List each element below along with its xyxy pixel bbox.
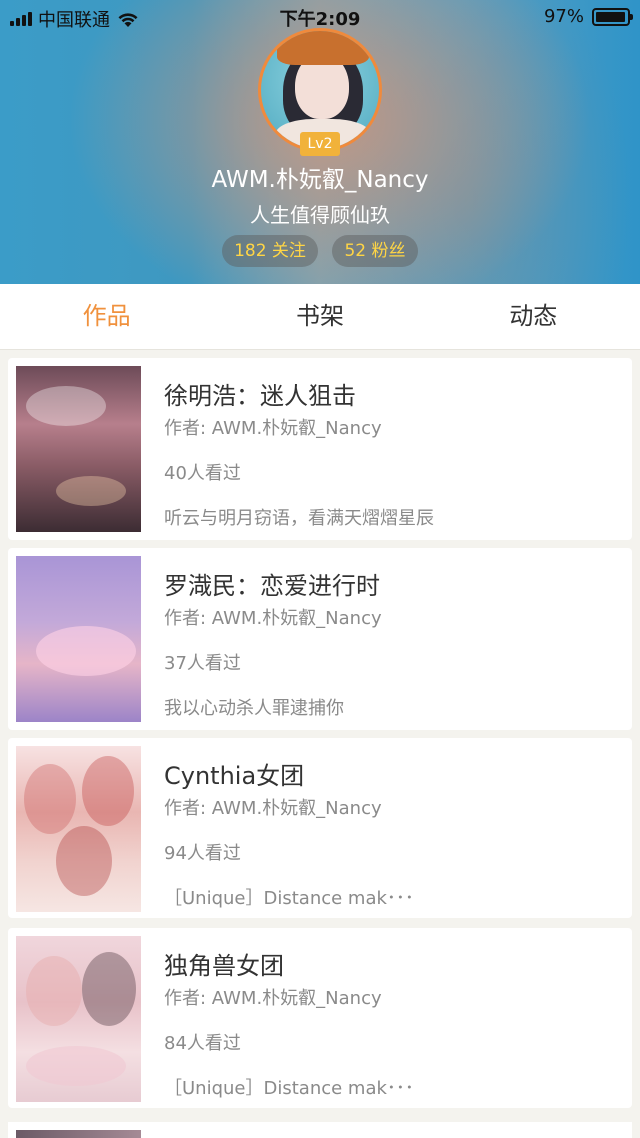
work-cover (16, 746, 141, 912)
work-card[interactable]: 徐明浩：迷人狙击 作者: AWM.朴妧叡_Nancy 40人看过 听云与明月窃语… (8, 358, 632, 540)
cover-figure (26, 956, 82, 1026)
cover-cloud (26, 1046, 126, 1086)
cover-figure (82, 952, 136, 1026)
battery-fill (596, 11, 626, 22)
work-author: 作者: AWM.朴妧叡_Nancy (164, 418, 382, 439)
work-cover (16, 936, 141, 1102)
battery-icon (592, 7, 633, 26)
work-description: 听云与明月窃语，看满天熠熠星辰 (164, 508, 434, 529)
work-description: ［Unique］Distance mak･･･ (164, 1078, 414, 1099)
following-count-button[interactable]: 182 关注 (222, 235, 318, 267)
level-badge: Lv2 (300, 132, 340, 156)
work-card[interactable]: 独角兽女团 作者: AWM.朴妧叡_Nancy 84人看过 ［Unique］Di… (8, 928, 632, 1108)
work-views: 37人看过 (164, 653, 241, 674)
work-author: 作者: AWM.朴妧叡_Nancy (164, 608, 382, 629)
work-description: 我以心动杀人罪逮捕你 (164, 698, 344, 719)
battery-percent: 97% (543, 6, 584, 27)
work-card-partial[interactable] (8, 1122, 632, 1138)
tab-activity[interactable]: 动态 (427, 284, 640, 349)
work-views: 84人看过 (164, 1033, 241, 1054)
user-bio: 人生值得顾仙玖 (250, 203, 390, 227)
work-title: 徐明浩：迷人狙击 (164, 382, 356, 410)
cover-cloud (26, 386, 106, 426)
profile-tabs: 作品 书架 动态 (0, 284, 640, 350)
work-views: 94人看过 (164, 843, 241, 864)
cover-figure (82, 756, 134, 826)
status-right: 97% (543, 6, 633, 27)
username: AWM.朴妧叡_Nancy (211, 167, 429, 193)
work-title: Cynthia女团 (164, 762, 305, 790)
work-title: 独角兽女团 (164, 952, 284, 980)
cover-cloud (36, 626, 136, 676)
work-description: ［Unique］Distance mak･･･ (164, 888, 414, 909)
work-cover (16, 366, 141, 532)
cover-figure (56, 826, 112, 896)
tab-works[interactable]: 作品 (0, 284, 213, 349)
work-author: 作者: AWM.朴妧叡_Nancy (164, 798, 382, 819)
avatar-hat (277, 31, 369, 65)
work-author: 作者: AWM.朴妧叡_Nancy (164, 988, 382, 1009)
cover-glow (56, 476, 126, 506)
work-card[interactable]: Cynthia女团 作者: AWM.朴妧叡_Nancy 94人看过 ［Uniqu… (8, 738, 632, 918)
work-title: 罗渽民：恋爱进行时 (164, 572, 380, 600)
work-card[interactable]: 罗渽民：恋爱进行时 作者: AWM.朴妧叡_Nancy 37人看过 我以心动杀人… (8, 548, 632, 730)
work-cover (16, 1130, 141, 1138)
work-views: 40人看过 (164, 463, 241, 484)
fans-count-button[interactable]: 52 粉丝 (332, 235, 418, 267)
tab-bookshelf[interactable]: 书架 (213, 284, 426, 349)
cover-figure (24, 764, 76, 834)
work-cover (16, 556, 141, 722)
profile-header: 中国联通 下午2:09 97% Lv2 AWM.朴妧叡_Nancy 人生值得顾仙… (0, 0, 640, 284)
